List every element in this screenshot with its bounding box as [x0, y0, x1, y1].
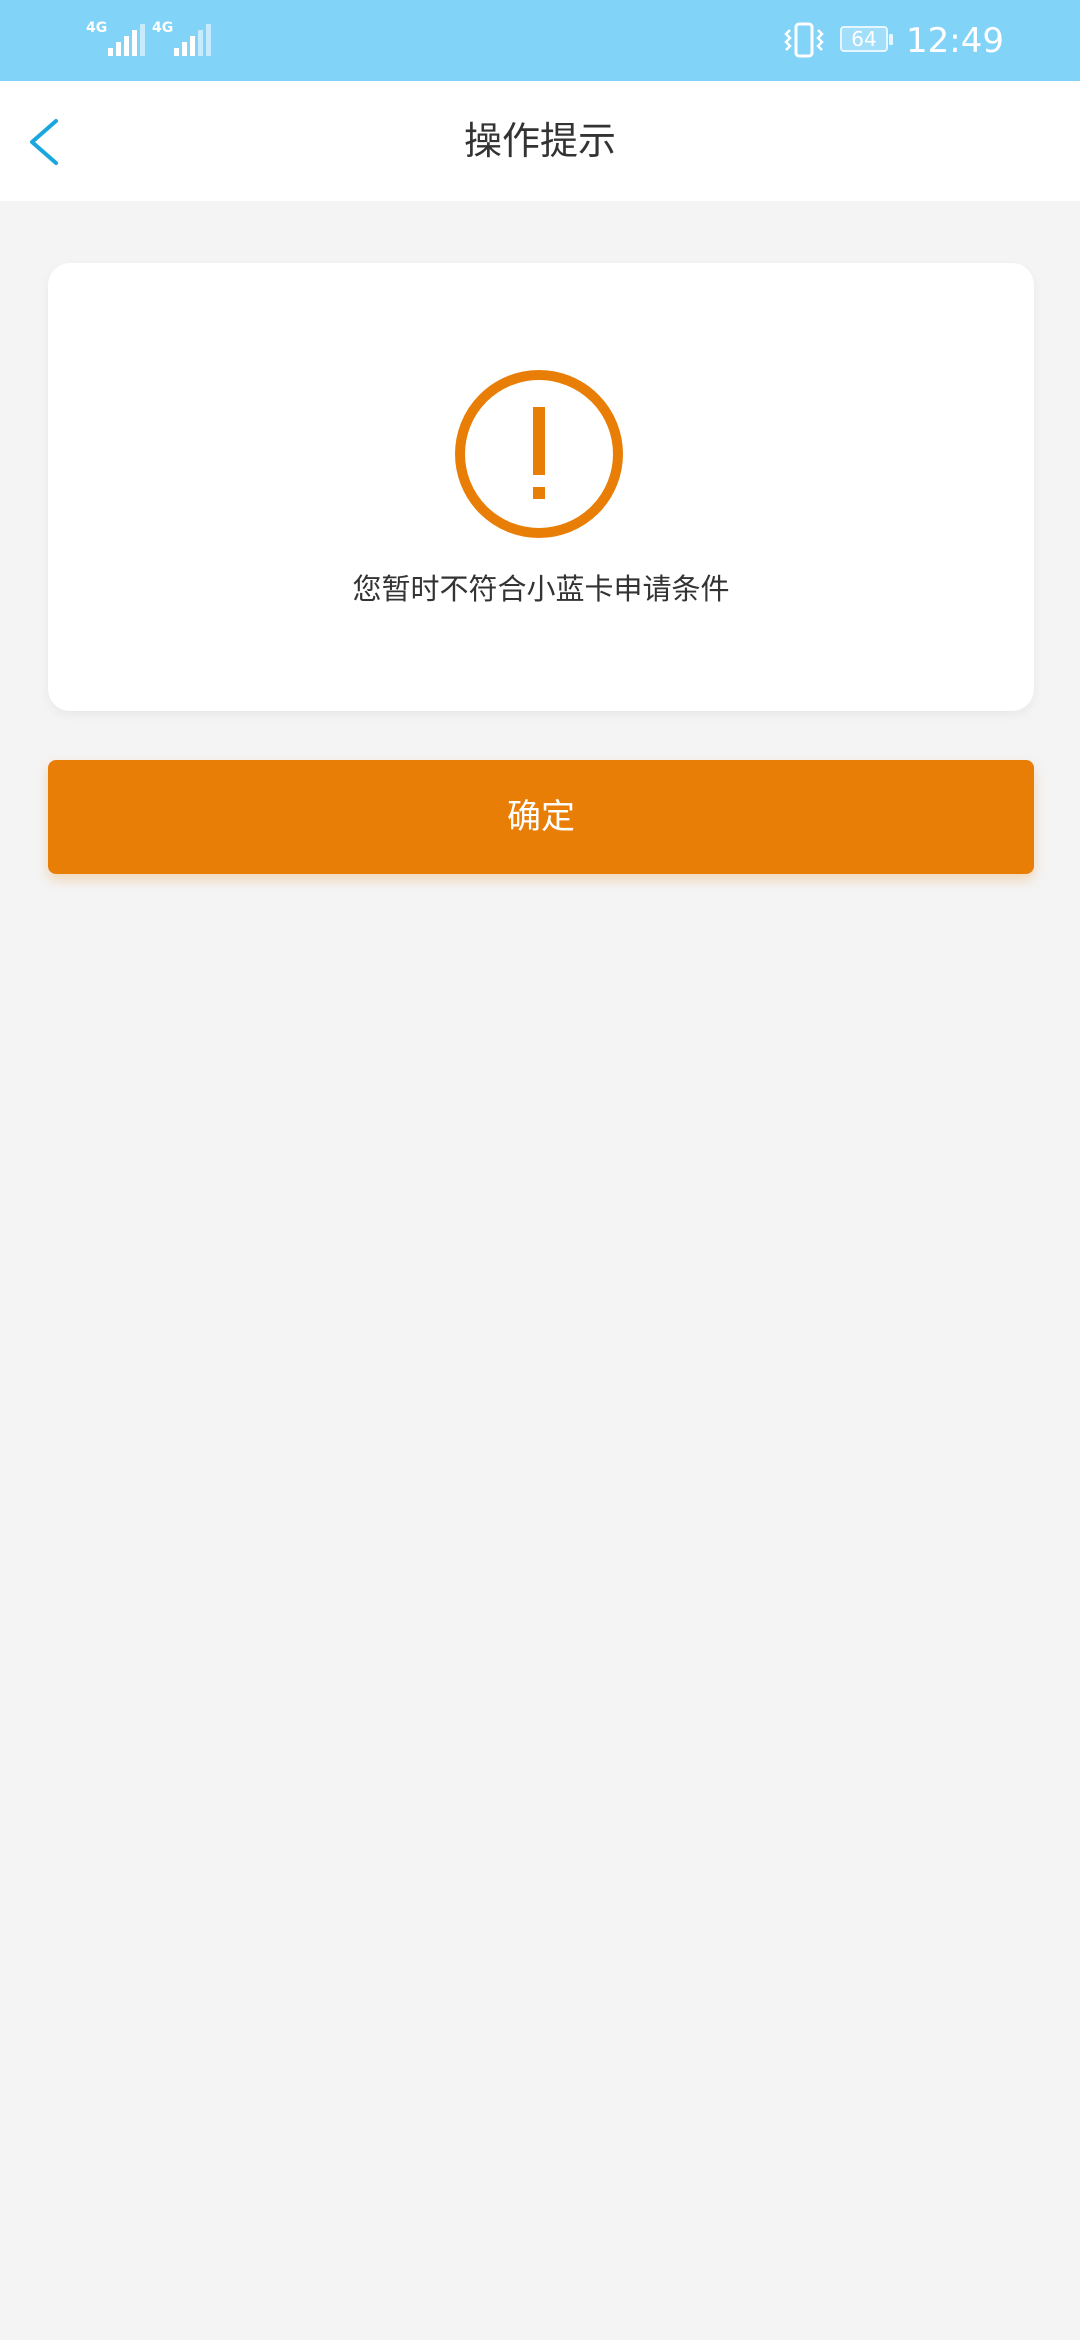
nav-bar: 操作提示 — [0, 81, 1080, 201]
status-bar: 4G 4G 64 12:49 — [0, 0, 1080, 81]
confirm-button[interactable]: 确定 — [48, 760, 1034, 874]
notice-card: 您暂时不符合小蓝卡申请条件 — [48, 263, 1034, 711]
sim1-signal: 4G — [86, 20, 150, 56]
page-title: 操作提示 — [463, 119, 616, 163]
vibrate-icon — [784, 22, 824, 58]
signal-icon — [108, 24, 145, 56]
battery-level: 64 — [851, 27, 877, 51]
signal-icon — [174, 24, 211, 56]
warning-exclamation-icon — [455, 370, 623, 538]
eligibility-message: 您暂时不符合小蓝卡申请条件 — [352, 572, 730, 606]
status-time: 12:49 — [906, 21, 1004, 61]
battery-icon: 64 — [840, 26, 896, 54]
back-button[interactable] — [18, 111, 78, 171]
back-chevron-icon — [30, 119, 58, 165]
sim2-signal: 4G — [152, 20, 216, 56]
